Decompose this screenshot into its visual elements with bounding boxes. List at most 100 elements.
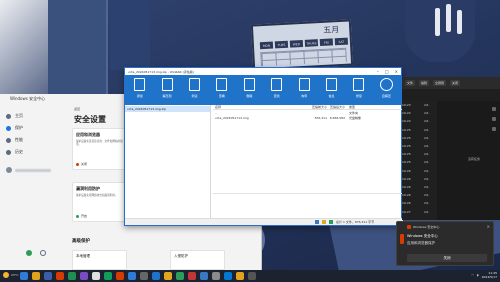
time-row[interactable]: 19:25 2/1	[402, 126, 437, 134]
calendar-day: FRI	[319, 38, 334, 47]
taskbar-app-icon[interactable]	[188, 272, 196, 280]
toolbar-info-button[interactable]: 信息	[321, 78, 342, 102]
square-icon[interactable]	[492, 127, 496, 131]
card-desc: 保护设备免受网络攻击和漏洞利用。	[76, 194, 118, 197]
clock[interactable]: 11:45 2024/5/17	[482, 271, 497, 279]
nav-item-performance[interactable]: 性能	[6, 136, 64, 144]
taskbar-app-icon[interactable]	[176, 272, 184, 280]
square-icon[interactable]	[492, 107, 496, 111]
taskbar-app-icon[interactable]	[116, 272, 124, 280]
tree-item[interactable]: vcta_2024051713.img.zip	[125, 106, 210, 112]
mini-card[interactable]: 入侵防护	[170, 250, 225, 270]
time-row[interactable]: 19:26 2/1	[402, 183, 437, 191]
dark-window-button[interactable]: 全屏幕	[433, 80, 447, 86]
gear-icon[interactable]	[26, 250, 32, 256]
table-row[interactable]: vcta_2024051713.img 876,311 8,658,582 光盘…	[213, 115, 403, 120]
row-name: vcta_2024051713.img	[215, 115, 249, 120]
time-row[interactable]: 19:25 2/1	[402, 158, 437, 166]
time-row[interactable]: 19:26 2/1	[402, 167, 437, 175]
time-row[interactable]: 19:23 2/1	[402, 101, 437, 109]
taskbar-app-icon[interactable]	[104, 272, 112, 280]
account-item[interactable]	[6, 165, 56, 175]
column-header-packed[interactable]: 压缩后大小	[329, 105, 347, 109]
taskbar-app-icon[interactable]	[236, 272, 244, 280]
taskbar-app-icon[interactable]	[32, 272, 40, 280]
row-time: 19:26	[402, 184, 411, 189]
volume-icon[interactable]: ◗	[477, 273, 479, 277]
card-app-browser[interactable]: 应用和浏览器 保护设备免受恶意应用、文件和网站的侵害。 关闭	[72, 128, 127, 170]
system-tray: ◠ ◗ 11:45 2024/5/17	[471, 271, 497, 279]
time-row[interactable]: 19:25 2/1	[402, 134, 437, 142]
time-row[interactable]: 19:25 2/1	[402, 150, 437, 158]
row-time: 19:26	[402, 201, 411, 206]
time-row[interactable]: 19:26 2/1	[402, 191, 437, 199]
dark-window-button[interactable]: 文件	[405, 80, 416, 86]
taskbar-app-icon[interactable]	[152, 272, 160, 280]
toast-close-button[interactable]: 关闭	[407, 254, 487, 262]
taskbar-app-icon[interactable]	[140, 272, 148, 280]
time-row[interactable]: 19:26 2/1	[402, 175, 437, 183]
nav-item-protection[interactable]: 保护	[6, 124, 64, 132]
toolbar-label: 向导	[301, 94, 308, 98]
time-row[interactable]: 19:24 2/1	[402, 117, 437, 125]
taskbar-app-icon[interactable]	[164, 272, 172, 280]
row-value: 2/1	[424, 135, 429, 140]
taskbar-app-icon[interactable]	[224, 272, 232, 280]
card-desc: 保护设备免受恶意应用、文件和网站的侵害。	[76, 140, 123, 147]
close-icon[interactable]: ×	[487, 224, 490, 229]
taskbar-app-icon[interactable]	[20, 272, 28, 280]
toolbar-test-button[interactable]: 测试	[184, 78, 205, 102]
taskbar-app-icon[interactable]	[128, 272, 136, 280]
nav-item-home[interactable]: 主页	[6, 112, 64, 120]
time-row[interactable]: 19:25 2/1	[402, 142, 437, 150]
sun-icon	[3, 272, 9, 278]
time-row[interactable]: 19:26 2/1	[402, 199, 437, 207]
square-icon[interactable]	[492, 117, 496, 121]
taskbar-app-icon[interactable]	[44, 272, 52, 280]
dark-window-button[interactable]: 关闭	[450, 80, 461, 86]
taskbar-app-icon[interactable]	[200, 272, 208, 280]
taskbar-app-icon[interactable]	[92, 272, 100, 280]
taskbar-app-icon[interactable]	[248, 272, 256, 280]
toolbar-view-button[interactable]: 查看	[211, 78, 232, 102]
row-time: 19:25	[402, 127, 411, 132]
dark-window-button[interactable]: 编辑	[419, 80, 430, 86]
page-title: 安全设置	[74, 115, 106, 124]
toolbar-repair-button[interactable]: 修复	[348, 78, 369, 102]
toolbar-sfx-button[interactable]: 自解压	[376, 78, 397, 102]
toolbar-delete-button[interactable]: 删除	[239, 78, 260, 102]
wifi-icon[interactable]: ◠	[471, 273, 474, 277]
toolbar-wizard-button[interactable]: 向导	[293, 78, 314, 102]
row-time: 19:27	[402, 209, 411, 214]
back-link[interactable]: 返回	[74, 107, 80, 111]
time-row[interactable]: 19:24 2/1	[402, 109, 437, 117]
time-row[interactable]: 19:27 2/1	[402, 207, 437, 215]
toolbar-add-button[interactable]: 添加	[129, 78, 150, 102]
help-icon[interactable]	[40, 250, 46, 256]
toolbar-extract-button[interactable]: 解压到	[156, 78, 177, 102]
sfx-icon	[379, 78, 393, 91]
toolbar-label: 查找	[273, 94, 280, 98]
taskbar-app-icon[interactable]	[68, 272, 76, 280]
weather-widget[interactable]: 23°C	[3, 272, 18, 278]
taskbar-app-icon[interactable]	[212, 272, 220, 280]
row-value: 2/1	[424, 152, 429, 157]
toast-app: Windows 安全中心	[407, 225, 439, 229]
table-row[interactable]: .. 文件夹	[213, 110, 403, 115]
nav-item-history[interactable]: 历史	[6, 148, 64, 156]
close-icon[interactable]: ×	[395, 69, 398, 74]
column-header-size[interactable]: 压缩前大小	[311, 105, 329, 109]
maximize-icon[interactable]: □	[385, 69, 389, 74]
column-header-type[interactable]: 类型	[347, 105, 403, 109]
column-header-name[interactable]: 名称	[213, 105, 311, 109]
window-titlebar[interactable]: vcta_2024051713.img.zip - WinRAR (评估版) –…	[125, 68, 401, 75]
minimize-icon[interactable]: –	[377, 69, 379, 74]
taskbar-app-icon[interactable]	[80, 272, 88, 280]
toolbar-find-button[interactable]: 查找	[266, 78, 287, 102]
mini-card[interactable]: 本地管理	[72, 250, 127, 270]
taskbar-app-icon[interactable]	[56, 272, 64, 280]
toast-body: 应用和浏览器保护	[407, 241, 435, 245]
notification-toast[interactable]: Windows 安全中心 × Windows 安全中心 应用和浏览器保护 关闭	[396, 221, 494, 266]
nav-item-label: 保护	[15, 125, 23, 130]
card-exploit-protection[interactable]: 漏洞利用防护 保护设备免受网络攻击和漏洞利用。 开启	[72, 182, 127, 222]
